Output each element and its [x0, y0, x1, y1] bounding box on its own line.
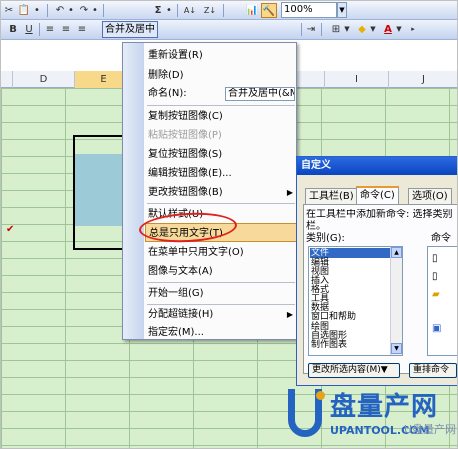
align-center-icon[interactable]: ≡ [59, 22, 73, 37]
tab-toolbars[interactable]: 工具栏(B) [305, 188, 358, 204]
menu-item-reset-image[interactable]: 复位按钮图像(S) [145, 145, 297, 164]
menu-item-change-image-label: 更改按钮图像(B) [148, 187, 223, 198]
paste-dropdown-icon[interactable]: • [33, 3, 41, 18]
scroll-down-icon[interactable]: ▼ [391, 343, 402, 354]
undo-icon[interactable]: ↶ [53, 3, 67, 18]
menu-item-change-image[interactable]: 更改按钮图像(B) ▶ [145, 183, 297, 202]
commands-list[interactable]: ▯ ▯ ▰ ▣ [427, 246, 457, 356]
modify-selection-button[interactable]: 更改所选内容(M)▼ [308, 363, 400, 378]
borders-icon[interactable]: ⊞ [329, 22, 343, 37]
sort-ascending-icon[interactable]: A↓ [181, 3, 199, 18]
sort-descending-icon[interactable]: Z↓ [201, 3, 219, 18]
scroll-up-icon[interactable]: ▲ [391, 247, 402, 258]
tab-commands[interactable]: 命令(C) [356, 186, 399, 204]
tab-options[interactable]: 选项(O) [408, 188, 452, 204]
fill-color-icon[interactable]: ◆ [355, 22, 369, 37]
menu-item-begin-group[interactable]: 开始一组(G) [145, 284, 297, 303]
button-name-input[interactable]: 合并及居中(&M) [225, 87, 295, 101]
save-icon[interactable]: ▣ [432, 323, 444, 335]
undo-dropdown-icon[interactable]: • [67, 3, 75, 18]
zoom-dropdown-icon[interactable]: ▼ [337, 2, 347, 18]
column-header-j[interactable]: J [389, 71, 457, 88]
categories-scrollbar[interactable]: ▲ ▼ [390, 247, 402, 355]
menu-separator [147, 203, 295, 204]
list-item[interactable]: 制作图表 [310, 340, 390, 350]
site-watermark: 盘量产网 UPANTOOL.COM U盘量产网 [286, 389, 457, 448]
submenu-arrow-icon: ▶ [286, 310, 293, 319]
standard-toolbar: ✂ 📋 • ↶ • ↷ • Σ • A↓ Z↓ 📊 🔨 100% ▼ [1, 1, 457, 20]
rearrange-commands-button[interactable]: 重排命令 [409, 363, 457, 378]
toolbar-options-icon[interactable]: ▸ [409, 22, 417, 37]
align-left-icon[interactable]: ≡ [43, 22, 57, 37]
menu-item-name-label: 命名(N): [148, 88, 187, 99]
list-item[interactable]: 窗口和帮助 [310, 312, 390, 322]
open-folder-icon[interactable]: ▰ [432, 289, 444, 301]
column-header-i[interactable]: I [325, 71, 389, 88]
redo-icon[interactable]: ↷ [77, 3, 91, 18]
menu-item-edit-image[interactable]: 编辑按钮图像(E)... [145, 164, 297, 183]
menu-separator [147, 105, 295, 106]
menu-item-paste-image: 粘贴按钮图像(P) [148, 130, 222, 141]
watermark-suffix: U盘量产网 [404, 423, 457, 436]
autosum-icon[interactable]: Σ [151, 3, 165, 18]
categories-list[interactable]: 文件 编辑 视图 插入 格式 工具 数据 窗口和帮助 绘图 自选图形 制作图表 … [308, 246, 403, 356]
menu-separator [147, 282, 295, 283]
button-name-value: 合并及居中(&M) [228, 88, 295, 99]
menu-item-assign-macro[interactable]: 指定宏(M)... [145, 323, 297, 342]
merge-label: 合并及居中 [105, 24, 155, 35]
font-color-dropdown-icon[interactable]: ▼ [395, 22, 403, 37]
bold-button[interactable]: B [7, 22, 19, 37]
cut-icon[interactable]: ✂ [3, 3, 15, 18]
font-color-icon[interactable]: A [381, 22, 395, 37]
zoom-value: 100% [284, 4, 313, 15]
new-document-icon[interactable]: ▯ [432, 253, 444, 265]
borders-dropdown-icon[interactable]: ▼ [343, 22, 351, 37]
button-context-menu: 重新设置(R) 删除(D) 命名(N): 合并及居中(&M) 复制按钮图像(C)… [122, 42, 297, 340]
corner-cell [1, 71, 13, 88]
dialog-title: 自定义 [297, 157, 457, 175]
menu-item-name[interactable]: 命名(N): 合并及居中(&M) [145, 84, 297, 103]
menu-item-assign-hyperlink-label: 分配超链接(H) [148, 309, 214, 320]
check-mark-icon: ✔ [6, 224, 15, 235]
list-item[interactable]: 文件 [310, 248, 390, 258]
submenu-arrow-icon: ▶ [286, 188, 293, 197]
menu-item-delete[interactable]: 删除(D) [145, 66, 297, 85]
menu-item-assign-hyperlink[interactable]: 分配超链接(H) ▶ [145, 305, 297, 324]
underline-button[interactable]: U [23, 22, 35, 37]
formatting-toolbar: B U ≡ ≡ ≡ 合并及居中 ⇥ ⊞ ▼ ◆ ▼ A ▼ ▸ [1, 20, 457, 40]
excel-window: ✂ 📋 • ↶ • ↷ • Σ • A↓ Z↓ 📊 🔨 100% ▼ B U ≡… [0, 0, 458, 449]
chart-wizard-icon[interactable]: 📊 [245, 3, 259, 18]
menu-item-reset[interactable]: 重新设置(R) [145, 46, 297, 65]
redo-dropdown-icon[interactable]: • [91, 3, 99, 18]
align-right-icon[interactable]: ≡ [75, 22, 89, 37]
watermark-dot-icon [316, 391, 325, 400]
watermark-brand: 盘量产网 [330, 392, 439, 422]
autosum-dropdown-icon[interactable]: • [165, 3, 173, 18]
commands-label: 命令 [431, 233, 451, 244]
drawing-icon[interactable]: 🔨 [261, 3, 277, 18]
dialog-description: 在工具栏中添加新命令: 选择类别栏。 [306, 209, 453, 232]
column-header-d[interactable]: D [13, 71, 75, 88]
new-document-icon[interactable]: ▯ [432, 271, 444, 283]
zoom-box[interactable]: 100% [281, 2, 337, 18]
menu-item-text-only-in-menus[interactable]: 在菜单中只用文字(O) [145, 243, 297, 262]
menu-item-copy-image[interactable]: 复制按钮图像(C) [145, 107, 297, 126]
menu-icon-strip [123, 43, 144, 339]
merge-and-center-button[interactable]: 合并及居中 [102, 21, 158, 38]
menu-item-image-and-text[interactable]: 图像与文本(A) [145, 262, 297, 281]
indent-icon[interactable]: ⇥ [305, 22, 317, 37]
categories-label: 类别(G): [306, 233, 345, 244]
fill-color-dropdown-icon[interactable]: ▼ [369, 22, 377, 37]
paste-icon[interactable]: 📋 [17, 3, 31, 18]
